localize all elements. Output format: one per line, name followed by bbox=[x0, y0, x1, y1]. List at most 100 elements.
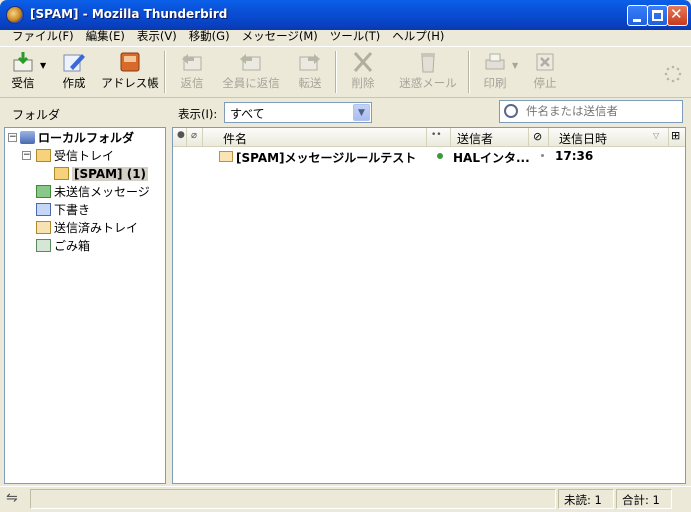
view-select[interactable]: すべて ▼ bbox=[224, 102, 372, 123]
attachment-column-icon[interactable]: ⌀ bbox=[187, 128, 203, 146]
reply-all-label: 全員に返信 bbox=[222, 76, 280, 90]
message-subject: [SPAM]メッセージルールテスト bbox=[236, 151, 417, 165]
compose-icon bbox=[63, 54, 85, 72]
folder-label: [SPAM] (1) bbox=[72, 166, 149, 181]
sort-descending-icon: ▽ bbox=[653, 131, 660, 140]
status-bar: ⇋ 未読: 1 合計: 1 bbox=[0, 486, 691, 512]
status-message bbox=[30, 489, 556, 509]
menu-go[interactable]: 移動(G) bbox=[183, 28, 236, 44]
close-icon: ✕ bbox=[670, 5, 683, 23]
unread-count: 未読: 1 bbox=[558, 489, 614, 509]
folder-pane-header: フォルダ bbox=[12, 108, 61, 122]
folder-spam[interactable]: [SPAM] (1) bbox=[54, 165, 149, 182]
folder-open-icon bbox=[54, 167, 69, 180]
folder-inbox[interactable]: 受信トレイ bbox=[36, 147, 114, 164]
search-input[interactable] bbox=[526, 104, 676, 118]
folder-label: 下書き bbox=[54, 203, 91, 217]
thread-column-icon[interactable]: ● bbox=[173, 128, 187, 146]
junk-icon bbox=[421, 53, 435, 73]
reply-all-button[interactable]: 全員に返信 bbox=[219, 51, 283, 97]
message-sender: HALインタ... bbox=[453, 151, 530, 165]
thread-pane: ● ⌀ 件名 •• 送信者 ⊘ 送信日時 ▽ ⊞ [SPAM]メッセージルールテ… bbox=[172, 127, 686, 484]
address-book-button[interactable]: アドレス帳 bbox=[101, 51, 159, 97]
inbox-icon bbox=[36, 149, 51, 162]
toolbar-separator bbox=[164, 51, 166, 93]
junk-button[interactable]: 迷惑メール bbox=[397, 51, 459, 97]
trash-icon bbox=[36, 239, 51, 252]
folder-label: ごみ箱 bbox=[54, 239, 91, 253]
folder-unsent[interactable]: 未送信メッセージ bbox=[36, 183, 150, 200]
folder-sent[interactable]: 送信済みトレイ bbox=[36, 219, 138, 236]
date-column-header[interactable]: 送信日時 bbox=[549, 128, 669, 146]
minimize-button[interactable] bbox=[627, 5, 648, 26]
get-mail-icon bbox=[13, 52, 33, 72]
folder-label: 受信トレイ bbox=[54, 149, 115, 163]
read-column-icon[interactable]: •• bbox=[427, 128, 451, 146]
get-mail-label: 受信 bbox=[11, 76, 35, 90]
sender-column-header[interactable]: 送信者 bbox=[451, 128, 529, 146]
print-icon bbox=[485, 53, 505, 70]
compose-label: 作成 bbox=[62, 76, 86, 90]
folder-label: 未送信メッセージ bbox=[54, 185, 150, 199]
minimize-icon bbox=[633, 19, 641, 22]
menu-file[interactable]: ファイル(F) bbox=[6, 28, 80, 44]
menu-message[interactable]: メッセージ(M) bbox=[236, 28, 324, 44]
maximize-button[interactable] bbox=[647, 5, 668, 26]
local-folders-icon bbox=[20, 131, 35, 144]
message-date: 17:36 bbox=[555, 149, 594, 163]
print-dropdown-icon[interactable]: ▼ bbox=[512, 61, 518, 70]
message-row[interactable]: [SPAM]メッセージルールテスト HALインタ... 17:36 bbox=[173, 148, 685, 165]
stop-label: 停止 bbox=[533, 76, 557, 90]
subject-column-header[interactable]: 件名 bbox=[203, 128, 427, 146]
maximize-icon bbox=[652, 10, 663, 21]
thunderbird-logo-icon bbox=[6, 6, 24, 24]
print-label: 印刷 bbox=[483, 76, 507, 90]
main-toolbar: 受信 ▼ 作成 アドレス帳 返信 全員に返信 転送 削除 迷惑メール 印刷 ▼ … bbox=[0, 46, 691, 98]
collapse-icon[interactable]: − bbox=[22, 151, 31, 160]
get-mail-button[interactable]: 受信 bbox=[6, 51, 40, 97]
menu-tools[interactable]: ツール(T) bbox=[324, 28, 387, 44]
junk-label: 迷惑メール bbox=[399, 76, 457, 90]
search-icon[interactable] bbox=[504, 104, 518, 118]
throbber-icon bbox=[664, 65, 682, 83]
folder-label: 送信済みトレイ bbox=[54, 221, 139, 235]
delete-button[interactable]: 削除 bbox=[345, 51, 381, 97]
junk-status-dot-icon[interactable] bbox=[541, 154, 544, 157]
folder-label: ローカルフォルダ bbox=[38, 131, 135, 145]
print-button[interactable]: 印刷 bbox=[478, 51, 512, 97]
column-header: ● ⌀ 件名 •• 送信者 ⊘ 送信日時 ▽ ⊞ bbox=[173, 128, 685, 147]
delete-icon bbox=[353, 52, 373, 72]
reply-label: 返信 bbox=[180, 76, 204, 90]
collapse-icon[interactable]: − bbox=[8, 133, 17, 142]
stop-icon bbox=[536, 53, 554, 71]
menu-help[interactable]: ヘルプ(H) bbox=[386, 28, 450, 44]
column-picker-icon[interactable]: ⊞ bbox=[671, 129, 680, 142]
toolbar-separator bbox=[468, 51, 470, 93]
view-select-value: すべて bbox=[230, 107, 265, 121]
menu-edit[interactable]: 編集(E) bbox=[80, 28, 131, 44]
junk-status-column-icon[interactable]: ⊘ bbox=[529, 128, 549, 146]
drafts-icon bbox=[36, 203, 51, 216]
delete-label: 削除 bbox=[351, 76, 375, 90]
folder-local-folders[interactable]: ローカルフォルダ bbox=[20, 129, 134, 146]
folder-trash[interactable]: ごみ箱 bbox=[36, 237, 90, 254]
reply-button[interactable]: 返信 bbox=[175, 51, 209, 97]
forward-button[interactable]: 転送 bbox=[293, 51, 327, 97]
stop-button[interactable]: 停止 bbox=[528, 51, 562, 97]
compose-button[interactable]: 作成 bbox=[57, 51, 91, 97]
menu-view[interactable]: 表示(V) bbox=[131, 28, 183, 44]
envelope-icon bbox=[219, 151, 233, 162]
unsent-icon bbox=[36, 185, 51, 198]
search-box bbox=[499, 100, 683, 123]
reply-all-icon bbox=[240, 54, 261, 71]
sent-icon bbox=[36, 221, 51, 234]
folder-drafts[interactable]: 下書き bbox=[36, 201, 90, 218]
menu-bar: ファイル(F) 編集(E) 表示(V) 移動(G) メッセージ(M) ツール(T… bbox=[0, 26, 691, 46]
close-button[interactable]: ✕ bbox=[667, 5, 688, 26]
unread-dot-icon[interactable] bbox=[437, 153, 443, 159]
view-label: 表示(I): bbox=[178, 107, 218, 121]
chevron-down-icon[interactable]: ▼ bbox=[353, 104, 370, 121]
forward-label: 転送 bbox=[298, 76, 322, 90]
get-mail-dropdown-icon[interactable]: ▼ bbox=[40, 61, 46, 70]
offline-status-icon[interactable]: ⇋ bbox=[6, 490, 18, 506]
